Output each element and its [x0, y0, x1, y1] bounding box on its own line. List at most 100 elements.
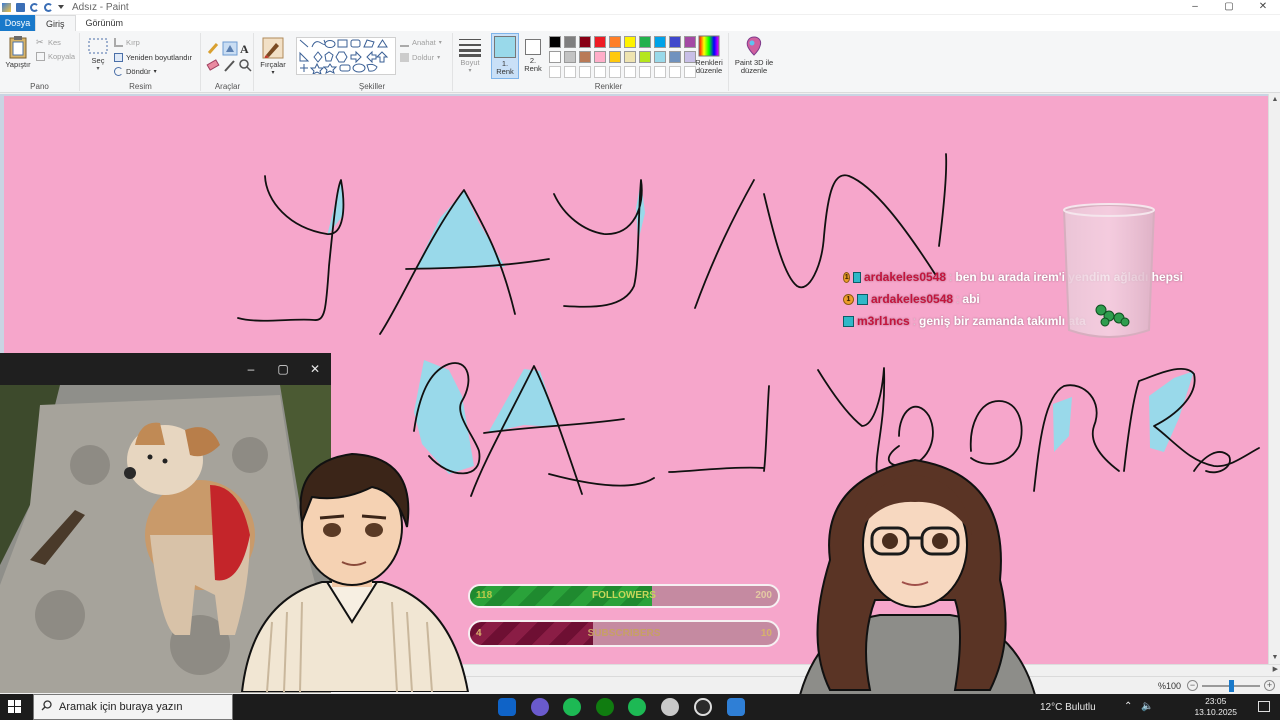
zoom-slider-thumb[interactable] [1229, 680, 1234, 692]
camera-minimize-button[interactable]: – [243, 361, 259, 377]
custom-color-slot[interactable] [624, 66, 636, 78]
custom-color-slot[interactable] [579, 66, 591, 78]
pencil-icon[interactable] [207, 43, 219, 54]
scroll-right-arrow-icon[interactable]: ▶ [1273, 665, 1278, 673]
palette-swatch[interactable] [639, 36, 651, 48]
outline-button[interactable]: Anahat ▾ [400, 38, 442, 47]
xbox-icon[interactable] [596, 698, 614, 716]
palette-swatch[interactable] [549, 51, 561, 63]
spotify-icon[interactable] [563, 698, 581, 716]
taskbar-search-box[interactable]: Aramak için buraya yazın [33, 694, 233, 720]
size-chevron-icon[interactable]: ▾ [456, 67, 484, 75]
tab-home[interactable]: Giriş [35, 15, 76, 31]
rotate-button[interactable]: Döndür ▾ [114, 67, 157, 76]
scroll-up-arrow-icon[interactable]: ▲ [1269, 94, 1280, 106]
rotate-icon [114, 67, 123, 76]
palette-swatch[interactable] [624, 51, 636, 63]
custom-color-slot[interactable] [594, 66, 606, 78]
palette-swatch[interactable] [624, 36, 636, 48]
palette-swatch[interactable] [609, 36, 621, 48]
shapes-gallery[interactable] [296, 37, 396, 75]
chat-separator: : [949, 270, 953, 284]
paint-taskbar-icon[interactable] [661, 698, 679, 716]
discord-icon[interactable] [531, 698, 549, 716]
custom-color-slot[interactable] [549, 66, 561, 78]
color2-button[interactable]: 2. Renk [521, 33, 545, 73]
color1-button[interactable]: 1. Renk [491, 33, 519, 79]
redo-icon[interactable] [44, 2, 53, 12]
weather-text: 12°C Bulutlu [1040, 702, 1096, 713]
vertical-scrollbar[interactable]: ▲ ▼ [1268, 94, 1280, 664]
camera-close-button[interactable]: ✕ [307, 361, 323, 377]
obs-icon[interactable] [694, 698, 712, 716]
select-button[interactable]: Seç ▾ [84, 37, 112, 73]
palette-swatch[interactable] [639, 51, 651, 63]
text-tool-icon[interactable]: A [240, 42, 249, 56]
palette-swatch[interactable] [579, 36, 591, 48]
notifications-icon[interactable] [1258, 701, 1270, 712]
palette-swatch[interactable] [564, 36, 576, 48]
fill-button[interactable]: Doldur ▾ [400, 53, 440, 62]
custom-color-slot[interactable] [654, 66, 666, 78]
brushes-button[interactable]: Fırçalar ▾ [257, 37, 289, 77]
custom-color-slot[interactable] [669, 66, 681, 78]
eraser-icon[interactable] [206, 59, 220, 71]
edit-colors-button[interactable]: Renkleri düzenle [692, 35, 726, 75]
resize-label: Yeniden boyutlandır [126, 53, 193, 62]
resize-button[interactable]: Yeniden boyutlandır [114, 53, 192, 62]
taskbar-clock[interactable]: 23:05 13.10.2025 [1194, 696, 1237, 718]
close-button[interactable]: ✕ [1246, 0, 1280, 14]
palette-swatch[interactable] [654, 51, 666, 63]
tab-view[interactable]: Görünüm [76, 15, 134, 31]
palette-swatch[interactable] [594, 36, 606, 48]
followers-label: FOLLOWERS [592, 590, 656, 601]
tab-file[interactable]: Dosya [0, 15, 35, 31]
scroll-down-arrow-icon[interactable]: ▼ [1269, 652, 1280, 664]
palette-swatch[interactable] [654, 36, 666, 48]
camera-window-titlebar[interactable]: – ▢ ✕ [0, 353, 331, 385]
windows-start-icon[interactable] [8, 700, 21, 713]
outline-chevron-icon[interactable]: ▾ [439, 39, 442, 46]
customize-toolbar-chevron-icon[interactable] [58, 5, 64, 9]
custom-color-slot[interactable] [609, 66, 621, 78]
fill-bucket-icon[interactable] [222, 41, 238, 56]
save-icon[interactable] [16, 2, 25, 12]
custom-color-slot[interactable] [639, 66, 651, 78]
size-button[interactable]: Boyut ▾ [456, 37, 484, 75]
color-picker-icon[interactable] [224, 60, 235, 72]
palette-swatch[interactable] [579, 51, 591, 63]
zoom-out-button[interactable]: − [1187, 680, 1198, 691]
platform-badge-icon [857, 293, 868, 305]
maximize-button[interactable]: ▢ [1212, 0, 1246, 14]
fill-chevron-icon[interactable]: ▾ [437, 54, 440, 61]
magnifier-icon[interactable] [239, 59, 252, 72]
undo-icon[interactable] [30, 2, 39, 12]
palette-swatch[interactable] [669, 51, 681, 63]
spotify-2-icon[interactable] [628, 698, 646, 716]
palette-swatch[interactable] [609, 51, 621, 63]
camera-maximize-button[interactable]: ▢ [275, 361, 291, 377]
weather-widget[interactable]: 12°C Bulutlu [1040, 702, 1096, 720]
cut-button[interactable]: ✂ Kes [36, 38, 61, 48]
chevron-up-icon[interactable]: ⌃ [1124, 701, 1132, 712]
copy-label: Kopyala [48, 52, 76, 61]
snipping-tool-icon[interactable] [727, 698, 745, 716]
brushes-chevron-icon[interactable]: ▾ [257, 69, 289, 77]
outlook-icon[interactable] [498, 698, 516, 716]
custom-color-slot[interactable] [564, 66, 576, 78]
palette-swatch[interactable] [549, 36, 561, 48]
image-group-label: Resim [129, 82, 152, 91]
select-chevron-icon[interactable]: ▾ [84, 65, 112, 73]
palette-swatch[interactable] [594, 51, 606, 63]
rotate-chevron-icon[interactable]: ▾ [154, 68, 157, 75]
speaker-icon[interactable]: 🔈 [1141, 701, 1153, 712]
copy-button[interactable]: Kopyala [36, 52, 75, 61]
minimize-button[interactable]: – [1178, 0, 1212, 14]
edit-colors-label-2: düzenle [695, 66, 723, 75]
palette-swatch[interactable] [564, 51, 576, 63]
paste-button[interactable]: Yapıştır [3, 35, 33, 69]
zoom-in-button[interactable]: + [1264, 680, 1275, 691]
crop-button[interactable]: Kırp [114, 38, 140, 47]
paint3d-button[interactable]: Paint 3D ile düzenle [731, 35, 777, 75]
palette-swatch[interactable] [669, 36, 681, 48]
